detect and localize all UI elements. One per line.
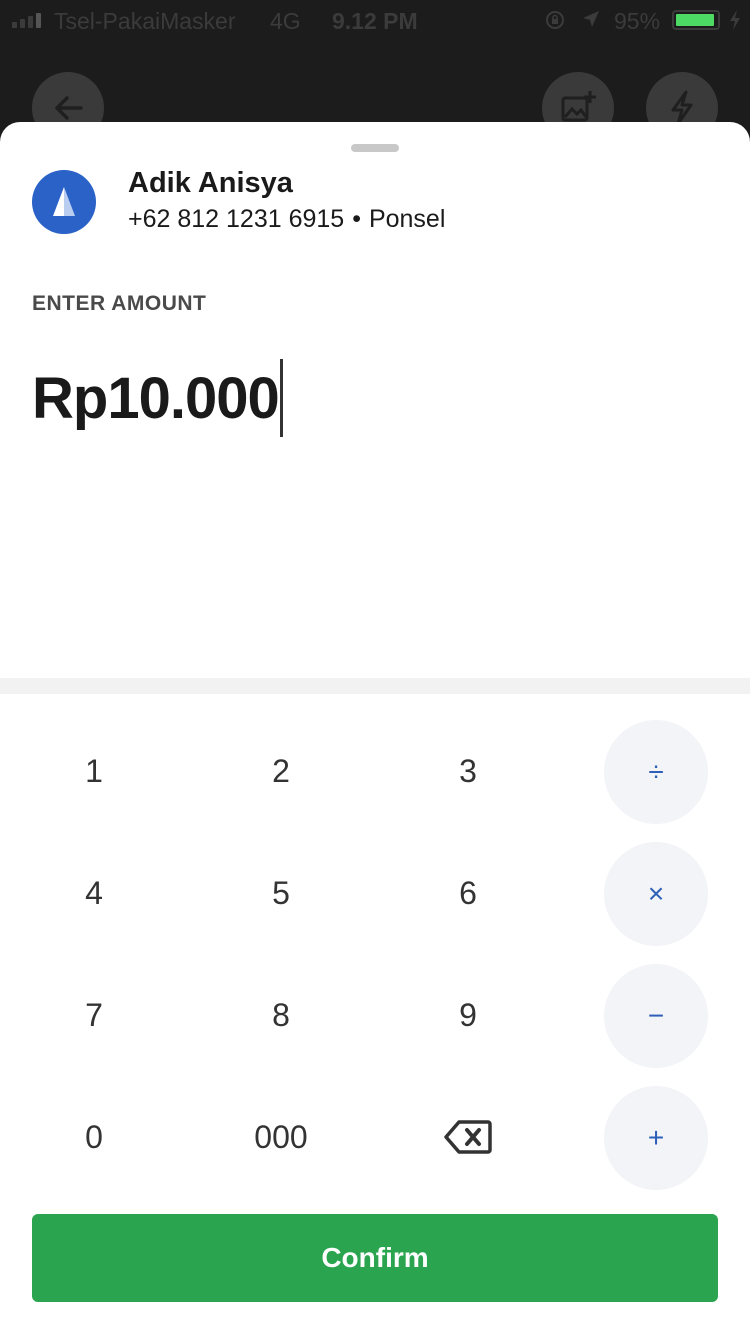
key-8[interactable]: 8 [221, 965, 341, 1065]
key-1[interactable]: 1 [34, 721, 154, 821]
amount-input[interactable]: Rp10.000 [32, 358, 283, 438]
enter-amount-label: ENTER AMOUNT [32, 292, 207, 315]
key-2[interactable]: 2 [221, 721, 341, 821]
charging-icon [730, 10, 740, 30]
divider [0, 678, 750, 694]
signal-icon [12, 13, 41, 28]
network-type: 4G [270, 8, 301, 34]
backspace-button[interactable] [408, 1087, 528, 1187]
status-bar: Tsel-PakaiMasker 4G 9.12 PM 95% [0, 0, 750, 40]
battery-percent: 95% [614, 8, 661, 34]
confirm-button[interactable]: Confirm [32, 1214, 718, 1302]
location-arrow-icon [583, 11, 599, 27]
contact-details: +62 812 1231 6915 • Ponsel [128, 205, 445, 234]
key-3[interactable]: 3 [408, 721, 528, 821]
avatar [32, 170, 96, 234]
clock: 9.12 PM [332, 8, 418, 34]
flash-icon [671, 90, 693, 126]
contact-type: Ponsel [368, 205, 446, 233]
sheet-handle[interactable] [351, 144, 399, 152]
backspace-icon [444, 1120, 492, 1154]
key-9[interactable]: 9 [408, 965, 528, 1065]
key-6[interactable]: 6 [408, 843, 528, 943]
key-7[interactable]: 7 [34, 965, 154, 1065]
rotation-lock-icon [546, 11, 564, 29]
contact-phone: +62 812 1231 6915 [128, 205, 345, 233]
amount-sheet: Adik Anisya +62 812 1231 6915 • Ponsel ENT… [0, 122, 750, 1334]
amount-value: Rp10.000 [32, 365, 280, 431]
battery-icon [672, 10, 720, 30]
multiply-button[interactable]: × [604, 842, 708, 946]
subtract-button[interactable]: − [604, 964, 708, 1068]
add-button[interactable]: + [604, 1086, 708, 1190]
key-0[interactable]: 0 [34, 1087, 154, 1187]
sail-logo-icon [53, 187, 75, 216]
key-4[interactable]: 4 [34, 843, 154, 943]
arrow-left-icon [55, 96, 83, 120]
separator-dot: • [352, 205, 361, 233]
text-caret [279, 359, 283, 437]
key-000[interactable]: 000 [221, 1087, 341, 1187]
divide-button[interactable]: ÷ [604, 720, 708, 824]
carrier-name: Tsel-PakaiMasker [54, 8, 236, 34]
contact-name: Adik Anisya [128, 167, 293, 199]
key-5[interactable]: 5 [221, 843, 341, 943]
